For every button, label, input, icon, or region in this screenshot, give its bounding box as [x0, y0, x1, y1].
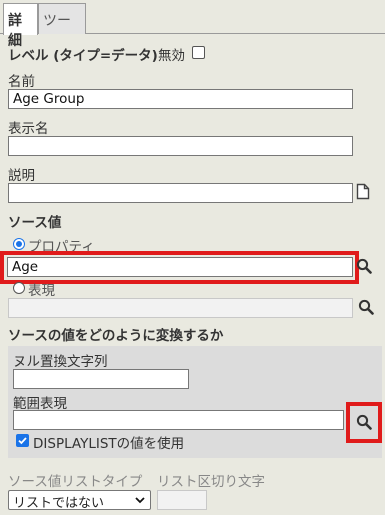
list-type-selected: リストではない — [13, 496, 105, 511]
search-icon[interactable] — [356, 258, 372, 274]
display-name-label: 表示名 — [8, 121, 49, 137]
expression-input[interactable] — [8, 298, 353, 318]
expression-label: 表現 — [28, 283, 55, 299]
disabled-checkbox[interactable] — [192, 46, 205, 59]
tab-details[interactable]: 詳細 — [3, 3, 38, 49]
list-separator-label: リスト区切り文字 — [157, 474, 265, 490]
list-type-label: ソース値リストタイプ — [8, 474, 143, 490]
description-label: 説明 — [8, 168, 35, 184]
property-radio[interactable] — [13, 238, 25, 250]
range-expression-label: 範囲表現 — [13, 396, 67, 412]
expression-radio[interactable] — [13, 282, 25, 294]
range-expression-input[interactable] — [13, 410, 344, 430]
null-replace-label: ヌル置換文字列 — [13, 354, 108, 370]
transform-heading: ソースの値をどのように変換するか — [8, 328, 224, 344]
source-value-heading: ソース値 — [8, 215, 62, 231]
list-separator-input[interactable] — [157, 490, 207, 510]
name-input[interactable]: Age Group — [8, 89, 353, 109]
chevron-down-icon — [135, 497, 145, 504]
display-name-input[interactable] — [8, 136, 353, 156]
search-icon[interactable] — [358, 299, 374, 315]
document-icon[interactable] — [356, 183, 370, 200]
list-type-select[interactable]: リストではない — [8, 490, 151, 511]
name-label: 名前 — [8, 74, 35, 90]
description-input[interactable] — [8, 183, 353, 203]
tab-bar: 詳細 ツール — [0, 0, 385, 49]
tab-tools[interactable]: ツール — [38, 3, 86, 49]
displaylist-checkbox[interactable] — [16, 434, 29, 447]
displaylist-label: DISPLAYLISTの値を使用 — [33, 436, 185, 452]
property-input[interactable]: Age — [7, 257, 353, 277]
null-replace-input[interactable] — [13, 369, 189, 389]
disabled-label: 無効 — [158, 48, 185, 64]
level-label: レベル (タイプ=データ) — [8, 48, 158, 64]
search-icon[interactable] — [356, 414, 372, 430]
